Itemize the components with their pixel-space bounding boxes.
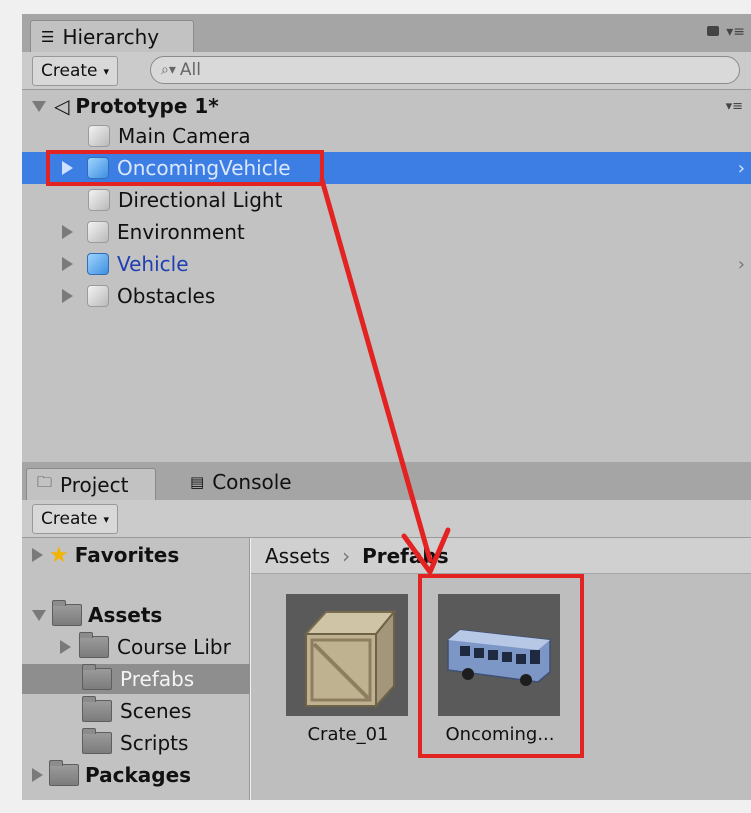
annotation-arrow xyxy=(319,177,451,575)
